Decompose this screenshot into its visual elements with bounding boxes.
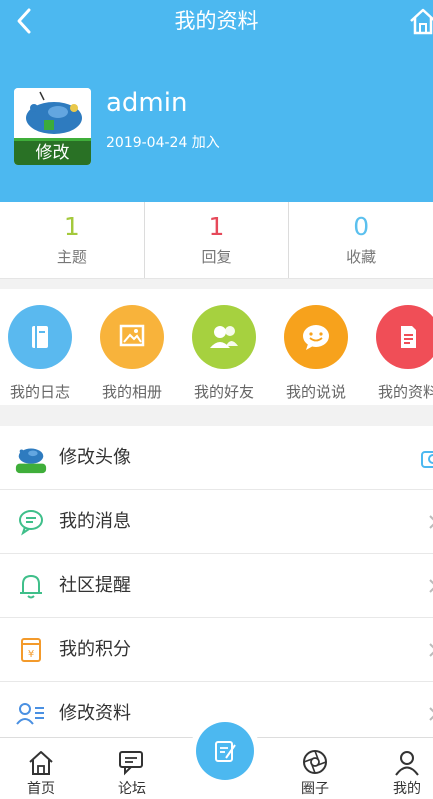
tab-label: 我的: [393, 781, 421, 797]
chevron-right-icon: [429, 515, 433, 529]
menu-item-label: 社区提醒: [59, 575, 131, 596]
smile-chat-icon: [284, 305, 348, 369]
home-icon: [29, 751, 53, 775]
menu-item-label: 我的积分: [59, 639, 131, 660]
tab-label: 圈子: [301, 781, 329, 797]
profile-header: 我的资料 修改 admin 2019-04-24 加入: [0, 0, 433, 202]
tab-me[interactable]: 我的: [367, 738, 433, 799]
quick-link-label: 我的资料: [377, 383, 433, 401]
menu-item-change-avatar[interactable]: 修改头像: [0, 426, 433, 490]
settings-menu: 修改头像 我的消息 社区提醒 ¥ 我的积分 修改资料: [0, 426, 433, 746]
quick-link-diary[interactable]: 我的日志: [0, 305, 80, 402]
stat-number: 0: [353, 212, 370, 241]
join-date: 2019-04-24 加入: [106, 135, 220, 151]
quick-link-moments[interactable]: 我的说说: [276, 305, 356, 402]
chevron-right-icon: [429, 707, 433, 721]
stat-replies[interactable]: 1 回复: [145, 202, 290, 278]
quick-links: 我的日志 我的相册 我的好友 我的说说 我的资料: [0, 289, 433, 405]
quick-link-album[interactable]: 我的相册: [92, 305, 172, 402]
stat-number: 1: [63, 212, 80, 241]
document-icon: [376, 305, 433, 369]
svg-text:¥: ¥: [28, 649, 34, 660]
stat-label: 主题: [56, 248, 87, 266]
username: admin: [106, 88, 188, 118]
quick-link-friends[interactable]: 我的好友: [184, 305, 264, 402]
tab-forum[interactable]: 论坛: [92, 738, 172, 799]
avatar[interactable]: 修改: [14, 88, 91, 165]
new-post-button[interactable]: [190, 716, 260, 786]
points-icon: ¥: [14, 633, 48, 667]
tab-label: 论坛: [118, 781, 146, 797]
quick-link-profile[interactable]: 我的资料: [368, 305, 433, 402]
stat-favorites[interactable]: 0 收藏: [289, 202, 433, 278]
home-icon: [410, 8, 433, 35]
quick-link-label: 我的说说: [285, 383, 346, 401]
menu-item-label: 修改头像: [59, 447, 131, 468]
notebook-icon: [8, 305, 72, 369]
edit-icon: [215, 741, 236, 762]
user-icon: [395, 751, 419, 776]
menu-item-messages[interactable]: 我的消息: [0, 490, 433, 554]
chevron-right-icon: [429, 579, 433, 593]
quick-link-label: 我的日志: [9, 383, 70, 401]
message-icon: [14, 505, 48, 539]
bell-icon: [14, 569, 48, 603]
home-button[interactable]: [408, 6, 433, 36]
tab-circles[interactable]: 圈子: [275, 738, 355, 799]
quick-link-label: 我的相册: [101, 383, 162, 401]
profile-card-icon: [14, 697, 48, 731]
page-title: 我的资料: [174, 9, 259, 33]
avatar-thumb: [14, 441, 48, 475]
chevron-right-icon: [429, 643, 433, 657]
friends-icon: [192, 305, 256, 369]
stat-topics[interactable]: 1 主题: [0, 202, 145, 278]
camera-icon: [421, 451, 433, 468]
photo-icon: [100, 305, 164, 369]
menu-item-points[interactable]: ¥ 我的积分: [0, 618, 433, 682]
tab-home[interactable]: 首页: [1, 738, 81, 799]
menu-item-label: 我的消息: [59, 511, 131, 532]
tab-label: 首页: [27, 781, 55, 797]
forum-icon: [119, 751, 143, 776]
quick-link-label: 我的好友: [193, 383, 254, 401]
avatar-edit-label[interactable]: 修改: [14, 141, 91, 165]
stats-bar: 1 主题 1 回复 0 收藏: [0, 202, 433, 279]
stat-number: 1: [208, 212, 225, 241]
stat-label: 收藏: [346, 248, 377, 266]
aperture-icon: [303, 750, 327, 774]
stat-label: 回复: [201, 248, 232, 266]
menu-item-reminders[interactable]: 社区提醒: [0, 554, 433, 618]
